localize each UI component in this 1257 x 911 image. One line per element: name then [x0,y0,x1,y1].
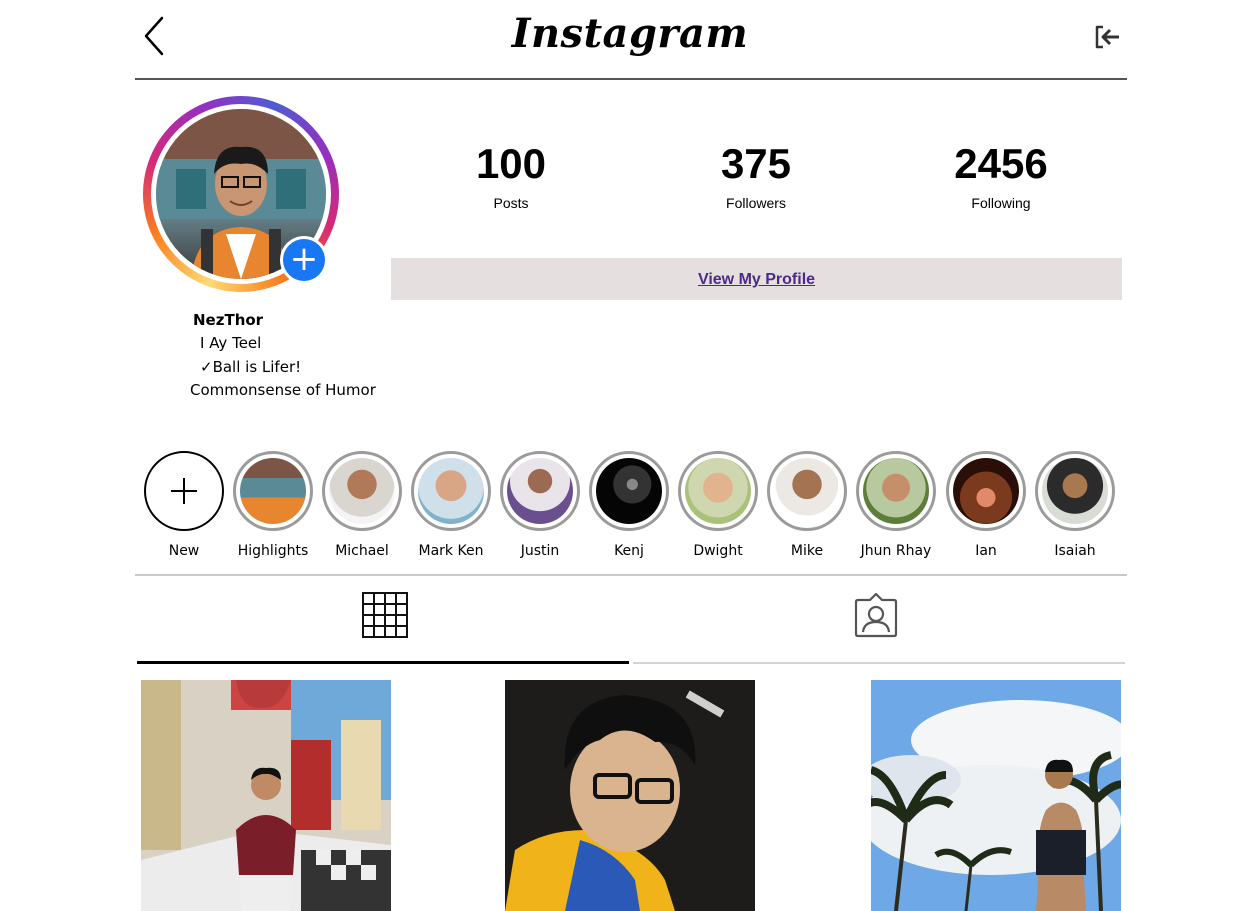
highlight-label: Isaiah [1054,543,1096,559]
highlight-item[interactable]: Mike [767,451,847,559]
post-thumbnail[interactable] [141,680,391,911]
post-thumbnail[interactable] [505,680,755,911]
app-title: Instagram [511,10,749,57]
post-thumbnail[interactable] [871,680,1121,911]
highlight-item[interactable]: Mark Ken [411,451,491,559]
highlight-item[interactable]: Ian [946,451,1026,559]
highlight-label: Mike [790,543,824,559]
header-divider [135,78,1127,80]
highlight-label: Mark Ken [418,543,484,559]
bio-line: ✓Ball is Lifer! [200,358,302,376]
highlight-new[interactable]: New [144,451,224,559]
highlight-item[interactable]: Isaiah [1035,451,1115,559]
highlight-label: Highlights [237,543,309,559]
following-count[interactable]: 2456 [901,140,1101,188]
chevron-left-icon [144,16,164,56]
followers-label: Followers [726,195,786,211]
logout-button[interactable] [1094,24,1122,50]
new-highlight-button[interactable] [144,451,224,531]
tab-tagged[interactable] [633,578,1125,664]
posts-label: Posts [493,195,529,211]
highlight-item[interactable]: Highlights [233,451,313,559]
followers-count[interactable]: 375 [656,140,856,188]
highlight-label: Kenj [614,543,644,559]
highlight-item[interactable]: Michael [322,451,402,559]
username: NezThor [193,311,264,329]
view-profile-button[interactable]: View My Profile [391,258,1122,300]
highlight-label: Michael [335,543,389,559]
highlights-divider [135,574,1127,576]
active-tab-indicator [137,661,629,664]
plus-icon: + [283,239,325,281]
highlight-item[interactable]: Kenj [589,451,669,559]
highlight-label: Dwight [693,543,743,559]
highlight-label: Jhun Rhay [860,543,932,559]
tab-posts-grid[interactable] [137,578,629,664]
following-label: Following [971,195,1031,211]
back-button[interactable] [140,14,172,58]
add-story-button[interactable]: + [280,236,328,284]
logout-icon [1095,25,1119,49]
grid-icon [362,592,408,638]
highlight-item[interactable]: Justin [500,451,580,559]
highlight-item[interactable]: Jhun Rhay [856,451,936,559]
highlight-label: New [168,543,200,559]
posts-count[interactable]: 100 [411,140,611,188]
bio-line: I Ay Teel [200,334,262,352]
tagged-person-icon [854,592,898,638]
highlight-label: Ian [975,543,997,559]
highlight-item[interactable]: Dwight [678,451,758,559]
bio-line: Commonsense of Humor [190,381,376,399]
plus-icon [171,478,197,504]
highlight-label: Justin [520,543,560,559]
tab-indicator [633,662,1125,664]
view-profile-label: View My Profile [697,271,816,288]
